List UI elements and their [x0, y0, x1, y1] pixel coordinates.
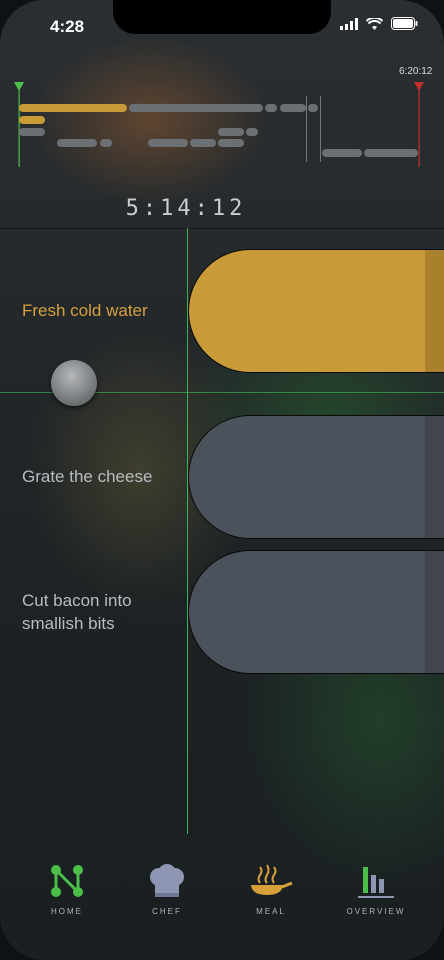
scrub-handle[interactable] — [51, 360, 97, 406]
timeline-bar — [218, 128, 244, 136]
bar-chart-icon — [358, 867, 394, 898]
timeline-bar — [218, 139, 244, 147]
nav-overview-label: OVERVIEW — [346, 907, 406, 916]
timeline-end-time: 6:20:12 — [399, 66, 433, 77]
task-pill[interactable] — [188, 415, 444, 539]
timeline-bar — [322, 149, 362, 157]
task-label: Grate the cheese — [22, 467, 153, 486]
pill-edge — [425, 416, 444, 538]
timeline-bar — [19, 128, 45, 136]
timeline-bar-active — [19, 116, 45, 124]
timeline-bar — [265, 104, 277, 112]
chef-hat-icon — [150, 864, 184, 897]
timeline-bar — [129, 104, 263, 112]
timeline-divider — [320, 96, 321, 162]
nav-chef-label: CHEF — [152, 907, 182, 916]
timeline-start-marker[interactable] — [13, 82, 25, 167]
nav-home-label: HOME — [51, 907, 83, 916]
battery-icon — [391, 17, 418, 30]
time-guide-vertical — [187, 228, 188, 834]
nav-home[interactable]: HOME — [22, 863, 112, 916]
section-divider — [0, 228, 444, 229]
nav-chef[interactable]: CHEF — [122, 863, 212, 916]
pan-icon — [251, 864, 293, 895]
timeline-bar — [190, 139, 216, 147]
timeline-bar — [57, 139, 97, 147]
wifi-icon — [366, 17, 383, 30]
status-time: 4:28 — [50, 17, 85, 36]
timeline-bar — [246, 128, 258, 136]
signal-icon — [340, 17, 358, 30]
timeline-bar — [280, 104, 306, 112]
timeline-divider — [306, 96, 307, 162]
elapsed-clock: 5:14:12 — [125, 196, 247, 221]
device-notch — [113, 0, 331, 34]
task-pill[interactable] — [188, 550, 444, 674]
nav-overview[interactable]: OVERVIEW — [331, 863, 421, 916]
pill-edge — [425, 551, 444, 673]
phone-screen: 4:28 6:20:12 5:14:12 Fresh cold water Gr… — [0, 0, 444, 960]
nav-meal[interactable]: MEAL — [226, 863, 316, 916]
timeline-bar — [364, 149, 418, 157]
task-pill-active[interactable] — [188, 249, 444, 373]
nav-meal-label: MEAL — [256, 907, 286, 916]
task-label-active: Fresh cold water — [22, 301, 148, 320]
status-icons — [340, 17, 418, 30]
timeline-bar — [100, 139, 112, 147]
task-label: Cut bacon into smallish bits — [22, 591, 132, 633]
pill-edge — [425, 250, 444, 372]
timeline-bar-active — [19, 104, 127, 112]
timeline-bar — [308, 104, 318, 112]
bottom-nav: HOME CHEF MEAL OVERVIEW — [0, 835, 444, 960]
home-nodes-icon — [51, 865, 83, 897]
timeline-bar — [148, 139, 188, 147]
